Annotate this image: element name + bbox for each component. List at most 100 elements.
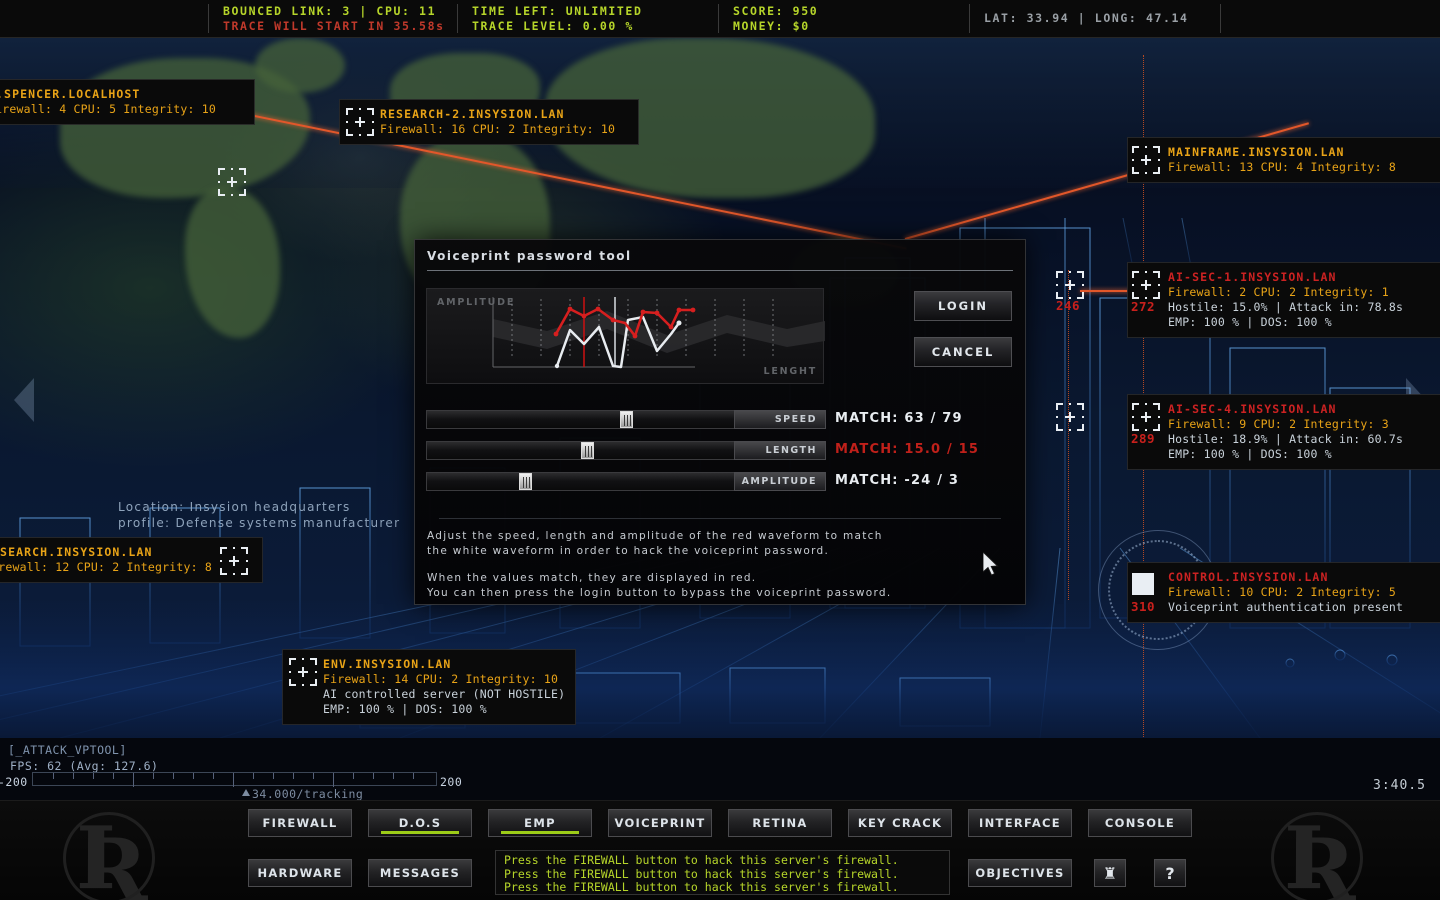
logo-right-ring <box>1271 812 1363 900</box>
tool-button-emp-active-indicator <box>501 831 579 834</box>
node-mainframe-stats: Firewall: 13 CPU: 4 Integrity: 8 <box>1168 160 1428 175</box>
topbar-divider-5 <box>1220 4 1221 33</box>
debug-ruler-right: 200 <box>440 775 462 789</box>
top-status-bar: BOUNCED LINK: 3 | CPU: 11 TRACE WILL STA… <box>0 0 1440 38</box>
tool-button-messages[interactable]: MESSAGES <box>368 859 472 887</box>
node-ai-sec-1-stats: Firewall: 2 CPU: 2 Integrity: 1 <box>1168 285 1428 300</box>
node-control-name: CONTROL.INSYSION.LAN <box>1168 569 1428 585</box>
tool-button-key-crack-label: KEY CRACK <box>858 816 942 830</box>
speed-match-value: MATCH: 63 / 79 <box>835 411 963 426</box>
profile-line: profile: Defense systems manufacturer <box>118 516 400 530</box>
topbar-group-score: SCORE: 950 MONEY: $0 <box>719 0 969 37</box>
amplitude-match-value: MATCH: -24 / 3 <box>835 473 959 488</box>
crosshair-icon[interactable] <box>218 168 246 196</box>
node-ai-sec-1-number: 272 <box>1131 299 1155 314</box>
node-mainframe-name: MAINFRAME.INSYSION.LAN <box>1168 144 1428 160</box>
tool-button-hardware-label: HARDWARE <box>257 866 342 880</box>
objectives-button[interactable]: OBJECTIVES <box>968 859 1072 887</box>
tool-button-console-label: CONSOLE <box>1105 816 1175 830</box>
node-env[interactable]: ENV.INSYSION.LAN Firewall: 14 CPU: 2 Int… <box>283 650 575 724</box>
amplitude-slider-knob[interactable] <box>519 473 532 490</box>
speed-slider-knob[interactable] <box>620 411 633 428</box>
crosshair-icon[interactable] <box>289 658 317 686</box>
location-line: Location: Insysion headquarters <box>118 500 351 514</box>
node-spencer-name: N.SPENCER.LOCALHOST <box>0 86 242 102</box>
cancel-button[interactable]: CANCEL <box>914 337 1012 367</box>
node-env-defense: EMP: 100 % | DOS: 100 % <box>323 702 563 717</box>
node-spencer-box[interactable]: N.SPENCER.LOCALHOST Firewall: 4 CPU: 5 I… <box>0 80 254 124</box>
crosshair-icon[interactable] <box>1132 403 1160 431</box>
node-control-box[interactable]: CONTROL.INSYSION.LAN Firewall: 10 CPU: 2… <box>1128 563 1440 622</box>
length-slider-knob[interactable] <box>581 442 594 459</box>
tool-button-interface-label: INTERFACE <box>979 816 1061 830</box>
length-slider-row[interactable]: LENGTH <box>426 441 826 461</box>
node-research-2[interactable]: RESEARCH-2.INSYSION.LAN Firewall: 16 CPU… <box>340 100 638 144</box>
crosshair-icon[interactable] <box>1056 271 1084 299</box>
tool-button-key-crack[interactable]: KEY CRACK <box>848 809 952 837</box>
trophy-icon[interactable]: ♜ <box>1094 859 1126 887</box>
node-mainframe[interactable]: MAINFRAME.INSYSION.LAN Firewall: 13 CPU:… <box>1128 138 1440 182</box>
time-left-stat: TIME LEFT: UNLIMITED <box>472 4 704 19</box>
tracking-arrow-icon <box>242 789 250 796</box>
crosshair-icon[interactable] <box>1132 271 1160 299</box>
tool-button-interface[interactable]: INTERFACE <box>968 809 1072 837</box>
trace-line-vertical-2 <box>1068 270 1069 600</box>
nav-arrow-left[interactable] <box>14 378 34 422</box>
message-line: Press the FIREWALL button to hack this s… <box>504 854 941 868</box>
crosshair-icon[interactable] <box>1056 403 1084 431</box>
node-ai-sec-1-defense: EMP: 100 % | DOS: 100 % <box>1168 315 1428 330</box>
node-ai-sec-1[interactable]: AI-SEC-1.INSYSION.LAN Firewall: 2 CPU: 2… <box>1128 263 1440 337</box>
bounced-link-stat: BOUNCED LINK: 3 | CPU: 11 <box>223 4 443 19</box>
voiceprint-password-dialog[interactable]: Voiceprint password tool AMPLITUDE LENGH… <box>415 240 1025 604</box>
trace-start-stat: TRACE WILL START IN 35.58s <box>223 19 443 34</box>
tool-button-console[interactable]: CONSOLE <box>1088 809 1192 837</box>
session-timer: 3:40.5 <box>1373 778 1426 793</box>
dialog-title: Voiceprint password tool <box>415 240 1025 270</box>
tool-button-hardware[interactable]: HARDWARE <box>248 859 352 887</box>
debug-tracking: 34.000/tracking <box>252 787 363 801</box>
speed-slider-label: SPEED <box>734 410 826 429</box>
tool-button-voiceprint[interactable]: VOICEPRINT <box>608 809 712 837</box>
crosshair-icon[interactable] <box>346 108 374 136</box>
login-button[interactable]: LOGIN <box>914 291 1012 321</box>
marker-number-246: 246 <box>1056 298 1080 313</box>
node-research[interactable]: RESEARCH.INSYSION.LAN Firewall: 12 CPU: … <box>0 538 262 582</box>
node-env-type: AI controlled server (NOT HOSTILE) <box>323 687 563 702</box>
topbar-group-time: TIME LEFT: UNLIMITED TRACE LEVEL: 0.00 % <box>458 0 718 37</box>
trace-level-stat: TRACE LEVEL: 0.00 % <box>472 19 704 34</box>
help-icon[interactable]: ? <box>1154 859 1186 887</box>
tool-button-firewall[interactable]: FIREWALL <box>248 809 352 837</box>
tool-button-dos[interactable]: D.O.S <box>368 809 472 837</box>
node-ai-sec-1-box[interactable]: AI-SEC-1.INSYSION.LAN Firewall: 2 CPU: 2… <box>1128 263 1440 337</box>
node-research-2-stats: Firewall: 16 CPU: 2 Integrity: 10 <box>380 122 626 137</box>
node-research-2-box[interactable]: RESEARCH-2.INSYSION.LAN Firewall: 16 CPU… <box>340 100 638 144</box>
node-ai-sec-4-box[interactable]: AI-SEC-4.INSYSION.LAN Firewall: 9 CPU: 2… <box>1128 395 1440 469</box>
node-research-stats: Firewall: 12 CPU: 2 Integrity: 8 <box>0 560 250 575</box>
crosshair-icon[interactable] <box>1132 573 1154 595</box>
debug-tag: [_ATTACK_VPTOOL] <box>8 743 127 757</box>
help-line-2: the white waveform in order to hack the … <box>427 543 829 560</box>
tool-button-retina[interactable]: RETINA <box>728 809 832 837</box>
node-control[interactable]: CONTROL.INSYSION.LAN Firewall: 10 CPU: 2… <box>1128 563 1440 622</box>
node-env-stats: Firewall: 14 CPU: 2 Integrity: 10 <box>323 672 563 687</box>
continent-greenland <box>255 38 345 93</box>
node-control-number: 310 <box>1131 599 1155 614</box>
debug-ruler <box>32 772 437 786</box>
message-line: Press the FIREWALL button to hack this s… <box>504 881 941 895</box>
node-env-box[interactable]: ENV.INSYSION.LAN Firewall: 14 CPU: 2 Int… <box>283 650 575 724</box>
tool-button-emp[interactable]: EMP <box>488 809 592 837</box>
amplitude-slider-row[interactable]: AMPLITUDE <box>426 472 826 492</box>
node-spencer[interactable]: N.SPENCER.LOCALHOST Firewall: 4 CPU: 5 I… <box>0 80 254 124</box>
node-ai-sec-4[interactable]: AI-SEC-4.INSYSION.LAN Firewall: 9 CPU: 2… <box>1128 395 1440 469</box>
crosshair-icon[interactable] <box>1132 146 1160 174</box>
node-mainframe-box[interactable]: MAINFRAME.INSYSION.LAN Firewall: 13 CPU:… <box>1128 138 1440 182</box>
debug-ruler-left: -200 <box>0 775 28 789</box>
crosshair-icon[interactable] <box>220 547 248 575</box>
message-log-panel[interactable]: Press the FIREWALL button to hack this s… <box>495 850 950 895</box>
coordinates-stat: LAT: 33.94 | LONG: 47.14 <box>984 11 1206 26</box>
speed-slider-row[interactable]: SPEED <box>426 410 826 430</box>
message-line: Press the FIREWALL button to hack this s… <box>504 868 941 882</box>
debug-strip <box>0 738 1440 800</box>
node-control-stats: Firewall: 10 CPU: 2 Integrity: 5 <box>1168 585 1428 600</box>
score-stat: SCORE: 950 <box>733 4 955 19</box>
